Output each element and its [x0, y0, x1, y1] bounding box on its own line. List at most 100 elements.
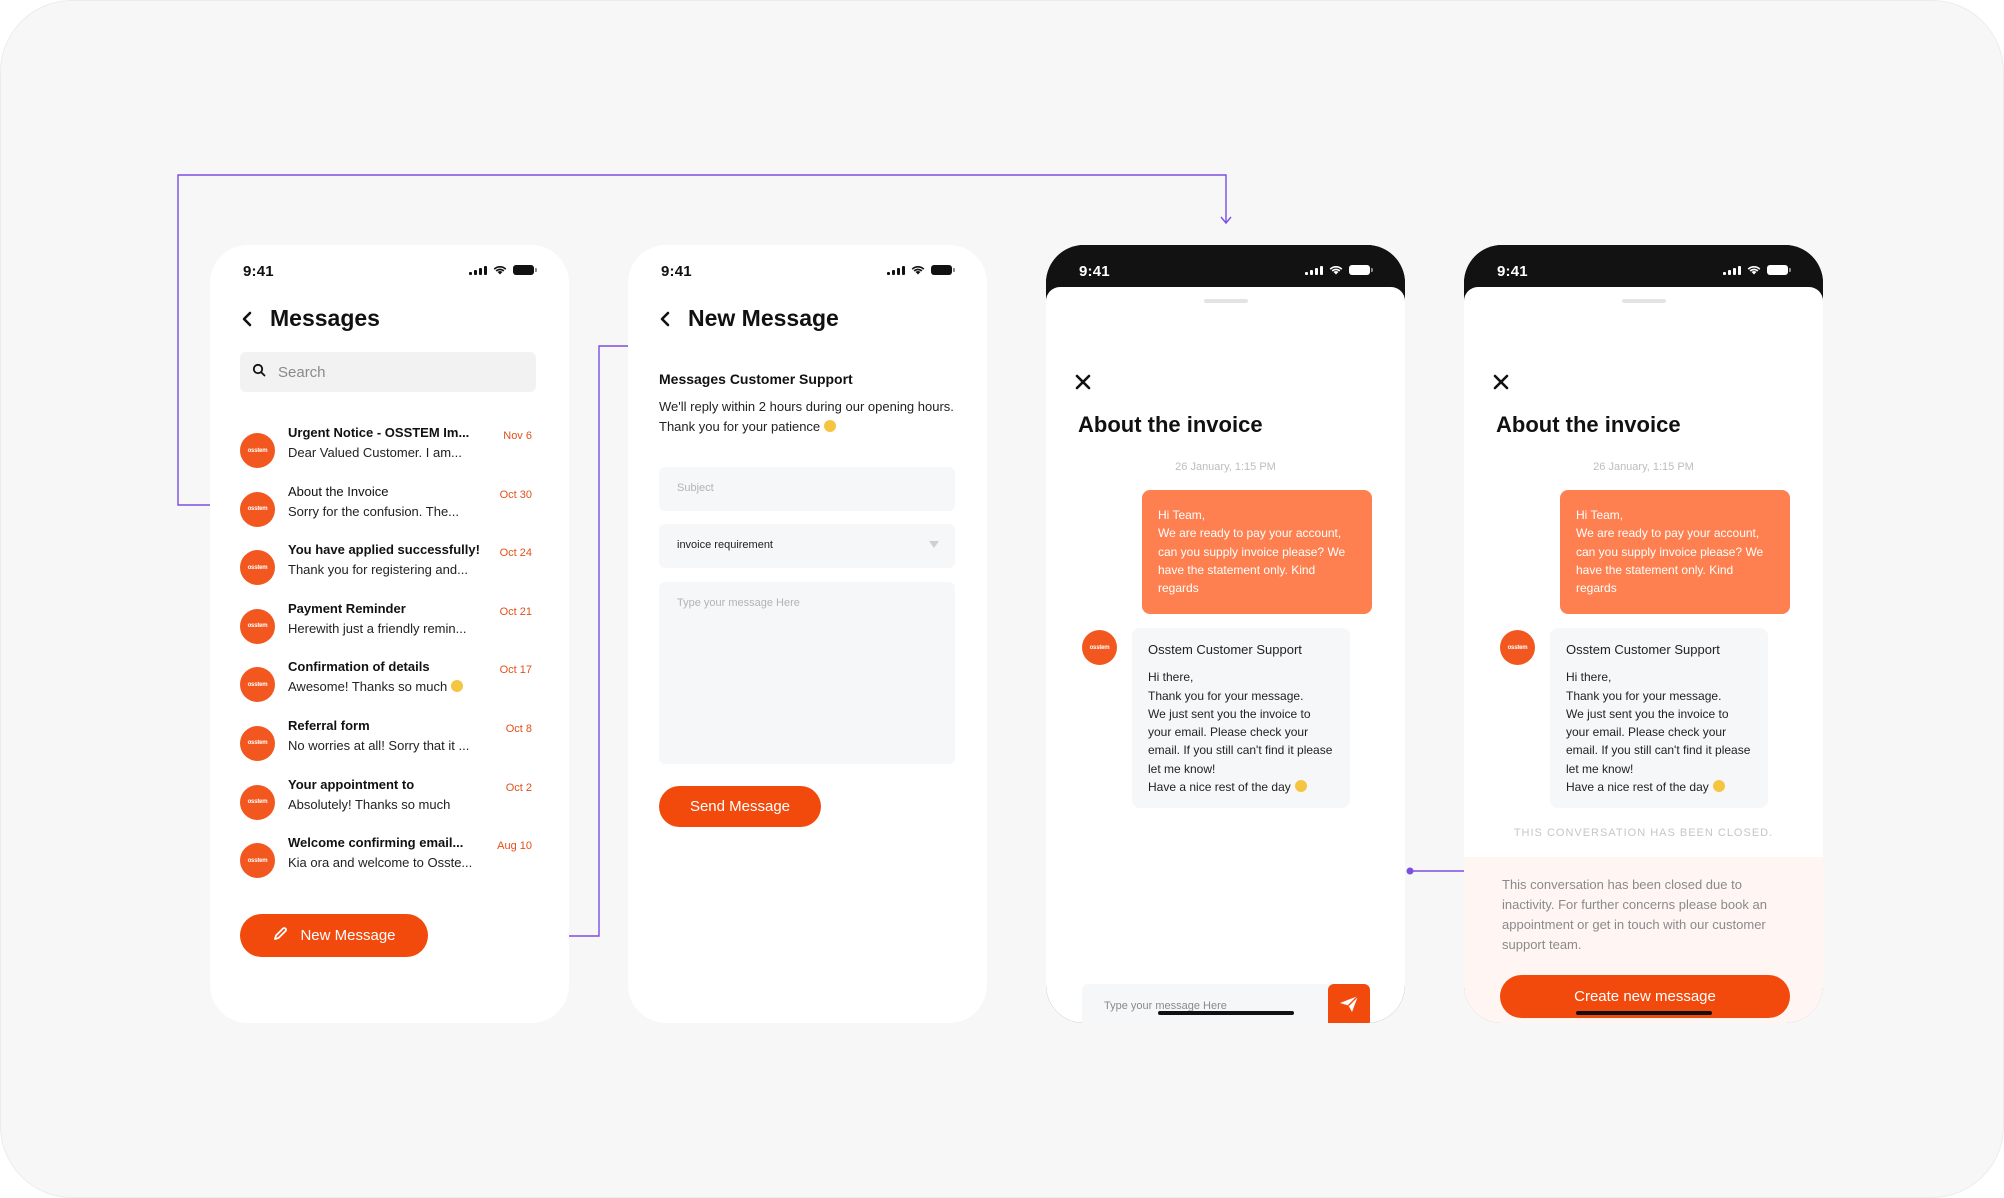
grin-emoji-icon: [1294, 780, 1307, 793]
closed-notice-panel: This conversation has been closed due to…: [1464, 857, 1823, 1023]
avatar: osstem: [240, 667, 275, 703]
message-item[interactable]: osstem Urgent Notice - OSSTEM Im... Dear…: [240, 425, 540, 484]
avatar: osstem: [240, 433, 275, 468]
category-value: invoice requirement: [677, 539, 773, 551]
message-item[interactable]: osstem About the Invoice Sorry for the c…: [240, 484, 540, 543]
status-bar: 9:41: [628, 245, 987, 295]
message-preview: Kia ora and welcome to Osste...: [288, 855, 473, 871]
wifi-icon: [493, 265, 507, 275]
message-title: Confirmation of details: [288, 659, 430, 675]
messages-screen: 9:41 Messages Search osstem Urgent Notic…: [210, 245, 569, 1023]
outgoing-message-bubble: Hi Team, We are ready to pay your accoun…: [1142, 490, 1372, 614]
back-chevron-icon[interactable]: [656, 310, 674, 328]
message-title: About the Invoice: [288, 483, 389, 499]
incoming-message-text: Hi there, Thank you for your message. We…: [1566, 670, 1751, 795]
search-placeholder: Search: [278, 363, 326, 381]
close-icon[interactable]: [1074, 373, 1092, 391]
message-date: Oct 2: [505, 781, 532, 794]
signal-icon: [887, 265, 905, 275]
avatar: osstem: [240, 550, 275, 586]
new-message-screen: 9:41 New Message Messages Customer Suppo…: [628, 245, 987, 1023]
message-preview: Herewith just a friendly remin...: [288, 620, 467, 636]
home-indicator: [1157, 1011, 1294, 1015]
battery-icon: [1767, 265, 1791, 275]
new-message-label: New Message: [300, 927, 396, 944]
chat-sheet: About the invoice 26 January, 1:15 PM Hi…: [1464, 287, 1823, 1023]
closed-chat-screen: 9:41 About the invoice 26 January, 1:15 …: [1464, 245, 1823, 1023]
avatar: osstem: [240, 784, 275, 820]
message-date: Oct 21: [499, 605, 532, 618]
grin-emoji-icon: [451, 680, 464, 693]
agent-name: Osstem Customer Support: [1566, 642, 1720, 657]
message-item[interactable]: osstem You have applied successfully! Th…: [240, 542, 540, 601]
status-time: 9:41: [1079, 263, 1110, 280]
message-preview: Absolutely! Thanks so much: [288, 796, 451, 812]
form-heading: Messages Customer Support: [659, 371, 853, 387]
chat-date: 26 January, 1:15 PM: [1175, 461, 1276, 473]
message-date: Oct 24: [499, 547, 532, 560]
message-item[interactable]: osstem Welcome confirming email... Kia o…: [240, 835, 540, 894]
agent-name: Osstem Customer Support: [1148, 642, 1302, 657]
outgoing-message-bubble: Hi Team, We are ready to pay your accoun…: [1560, 490, 1790, 614]
message-title: Welcome confirming email...: [288, 835, 464, 851]
conversation-closed-label: THIS CONVERSATION HAS BEEN CLOSED.: [1513, 827, 1774, 839]
category-select[interactable]: invoice requirement: [659, 524, 955, 568]
signal-icon: [469, 265, 487, 275]
message-date: Nov 6: [503, 430, 532, 442]
status-time: 9:41: [243, 263, 274, 280]
message-list: osstem Urgent Notice - OSSTEM Im... Dear…: [240, 425, 540, 894]
message-date: Oct 30: [499, 488, 532, 501]
send-icon-button[interactable]: [1328, 984, 1370, 1023]
chat-date: 26 January, 1:15 PM: [1593, 461, 1694, 473]
battery-icon: [513, 265, 537, 275]
search-input[interactable]: Search: [240, 352, 536, 392]
wifi-icon: [1329, 265, 1343, 275]
message-item[interactable]: osstem Referral form No worries at all! …: [240, 718, 540, 777]
close-icon[interactable]: [1492, 373, 1510, 391]
message-title: You have applied successfully!: [288, 542, 480, 558]
message-item[interactable]: osstem Your appointment to Absolutely! T…: [240, 777, 540, 836]
battery-icon: [931, 265, 955, 275]
message-title: Urgent Notice - OSSTEM Im...: [288, 425, 470, 440]
form-description: We'll reply within 2 hours during our op…: [659, 399, 954, 434]
avatar: osstem: [240, 725, 275, 761]
chat-sheet: About the invoice 26 January, 1:15 PM Hi…: [1046, 287, 1405, 1023]
wifi-icon: [1747, 265, 1761, 275]
wifi-icon: [911, 265, 925, 275]
status-bar: 9:41: [210, 245, 569, 295]
message-preview: Sorry for the confusion. The...: [288, 503, 460, 519]
message-date: Aug 10: [497, 840, 532, 853]
chevron-down-icon: [929, 541, 939, 548]
message-item[interactable]: osstem Confirmation of details Awesome! …: [240, 659, 540, 718]
message-date: Oct 17: [499, 664, 532, 677]
chat-message-input[interactable]: Type your message Here: [1082, 984, 1370, 1023]
grin-emoji-icon: [1712, 780, 1725, 793]
message-title: Payment Reminder: [288, 600, 406, 616]
avatar: osstem: [240, 843, 275, 879]
signal-icon: [1723, 265, 1741, 275]
status-time: 9:41: [661, 263, 692, 280]
message-body-textarea[interactable]: Type your message Here: [659, 582, 955, 764]
message-date: Oct 8: [505, 722, 532, 735]
incoming-message-bubble: Osstem Customer Support Hi there, Thank …: [1132, 628, 1350, 808]
signal-icon: [1305, 265, 1323, 275]
page-title: New Message: [688, 305, 839, 331]
message-preview: Awesome! Thanks so much: [288, 679, 488, 694]
subject-input[interactable]: Subject: [659, 467, 955, 511]
paper-plane-icon: [1339, 995, 1359, 1018]
flow-dot: [1406, 867, 1414, 875]
subject-placeholder: Subject: [677, 482, 714, 494]
back-chevron-icon[interactable]: [238, 310, 256, 328]
grin-emoji-icon: [824, 420, 837, 432]
message-title: Your appointment to: [288, 776, 415, 792]
message-item[interactable]: osstem Payment Reminder Herewith just a …: [240, 601, 540, 660]
incoming-message-text: Hi there, Thank you for your message. We…: [1148, 670, 1333, 795]
chat-title: About the invoice: [1496, 412, 1681, 437]
message-preview: Thank you for registering and...: [288, 562, 468, 578]
message-preview: Dear Valued Customer. I am...: [288, 445, 462, 460]
sheet-grabber[interactable]: [1621, 299, 1666, 303]
send-message-button[interactable]: Send Message: [659, 786, 821, 827]
sheet-grabber[interactable]: [1203, 299, 1248, 303]
new-message-button[interactable]: New Message: [240, 914, 428, 957]
message-title: Referral form: [288, 717, 370, 733]
